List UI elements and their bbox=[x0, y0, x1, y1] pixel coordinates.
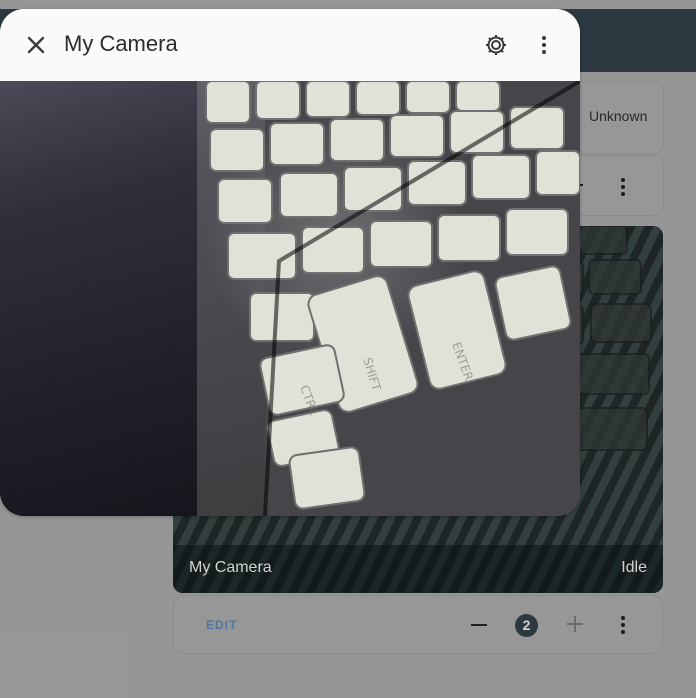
close-icon[interactable] bbox=[24, 33, 48, 57]
plus-icon[interactable] bbox=[565, 614, 585, 634]
camera-stream[interactable]: SHIFT ENTER CTRL bbox=[0, 81, 580, 516]
keyboard-stream-image: SHIFT ENTER CTRL bbox=[205, 81, 580, 516]
gear-icon[interactable] bbox=[484, 33, 508, 57]
camera-state: Idle bbox=[621, 559, 647, 576]
camera-name: My Camera bbox=[189, 559, 272, 576]
camera-dialog: My Camera SHIFT ENTER CTRL bbox=[0, 9, 580, 516]
edit-button[interactable]: EDIT bbox=[206, 618, 237, 632]
vertical-dots-icon[interactable] bbox=[532, 33, 556, 57]
dialog-header: My Camera bbox=[0, 9, 580, 81]
vertical-dots-icon[interactable] bbox=[611, 175, 635, 199]
status-value: Unknown bbox=[589, 108, 648, 124]
camera-controls-card bbox=[173, 595, 663, 654]
count-badge: 2 bbox=[515, 614, 538, 637]
dialog-title: My Camera bbox=[64, 31, 178, 56]
vertical-dots-icon[interactable] bbox=[611, 613, 635, 637]
minus-icon[interactable] bbox=[471, 624, 487, 626]
home-assistant-dashboard: Unknown My Camera Idle EDIT 2 My Camera … bbox=[0, 0, 696, 698]
